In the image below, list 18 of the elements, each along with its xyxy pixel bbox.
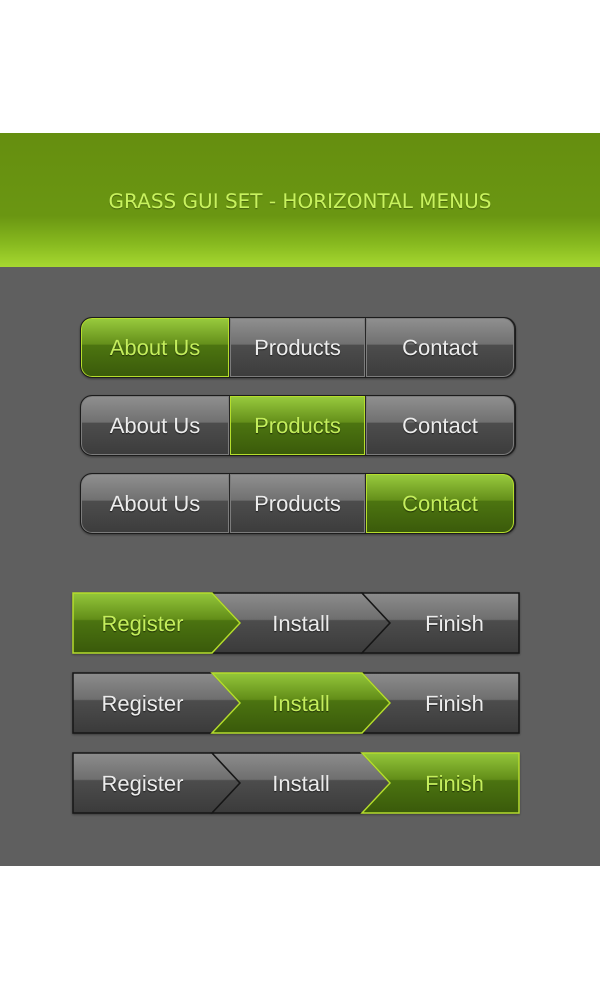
step-tab[interactable]: Install [210,752,392,814]
step-tab[interactable]: Finish [360,752,520,814]
page-title: GRASS GUI SET - HORIZONTAL MENUS [108,188,492,215]
menu-tab[interactable]: Contact [366,474,514,533]
step-tab[interactable]: Register [72,752,242,814]
step-tab[interactable]: Register [72,672,242,734]
menu-tab[interactable]: About Us [81,396,229,455]
menu-tab[interactable]: Products [230,474,365,533]
menu-tab[interactable]: Products [230,396,365,455]
menu-tab[interactable]: Products [230,318,365,377]
step-tab[interactable]: Finish [360,592,520,654]
step-tab[interactable]: Finish [360,672,520,734]
menu-tab[interactable]: Contact [366,396,514,455]
menu-tab[interactable]: About Us [81,318,229,377]
menu-tab[interactable]: About Us [81,474,229,533]
menu-tab[interactable]: Contact [366,318,514,377]
step-tab[interactable]: Register [72,592,242,654]
step-tab[interactable]: Install [210,672,392,734]
